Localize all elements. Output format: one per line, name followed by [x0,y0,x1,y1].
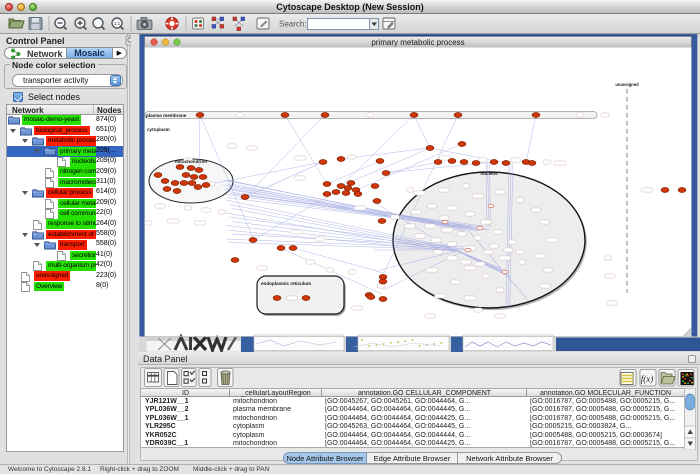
svg-text:Search:: Search: [279,20,307,29]
svg-text:endoplasmic reticulum: endoplasmic reticulum [261,281,311,286]
svg-text:plasma membrane: plasma membrane [146,113,187,118]
svg-text:nucleus: nucleus [480,171,498,176]
svg-text:primary metabolic process: primary metabolic process [371,38,464,47]
svg-text:mitochondrion: mitochondrion [175,159,207,164]
svg-text:1:1: 1:1 [114,21,121,26]
svg-text:cytoplasm: cytoplasm [147,127,170,132]
svg-text:unassigned: unassigned [615,82,639,87]
svg-text:f(x): f(x) [641,374,654,384]
